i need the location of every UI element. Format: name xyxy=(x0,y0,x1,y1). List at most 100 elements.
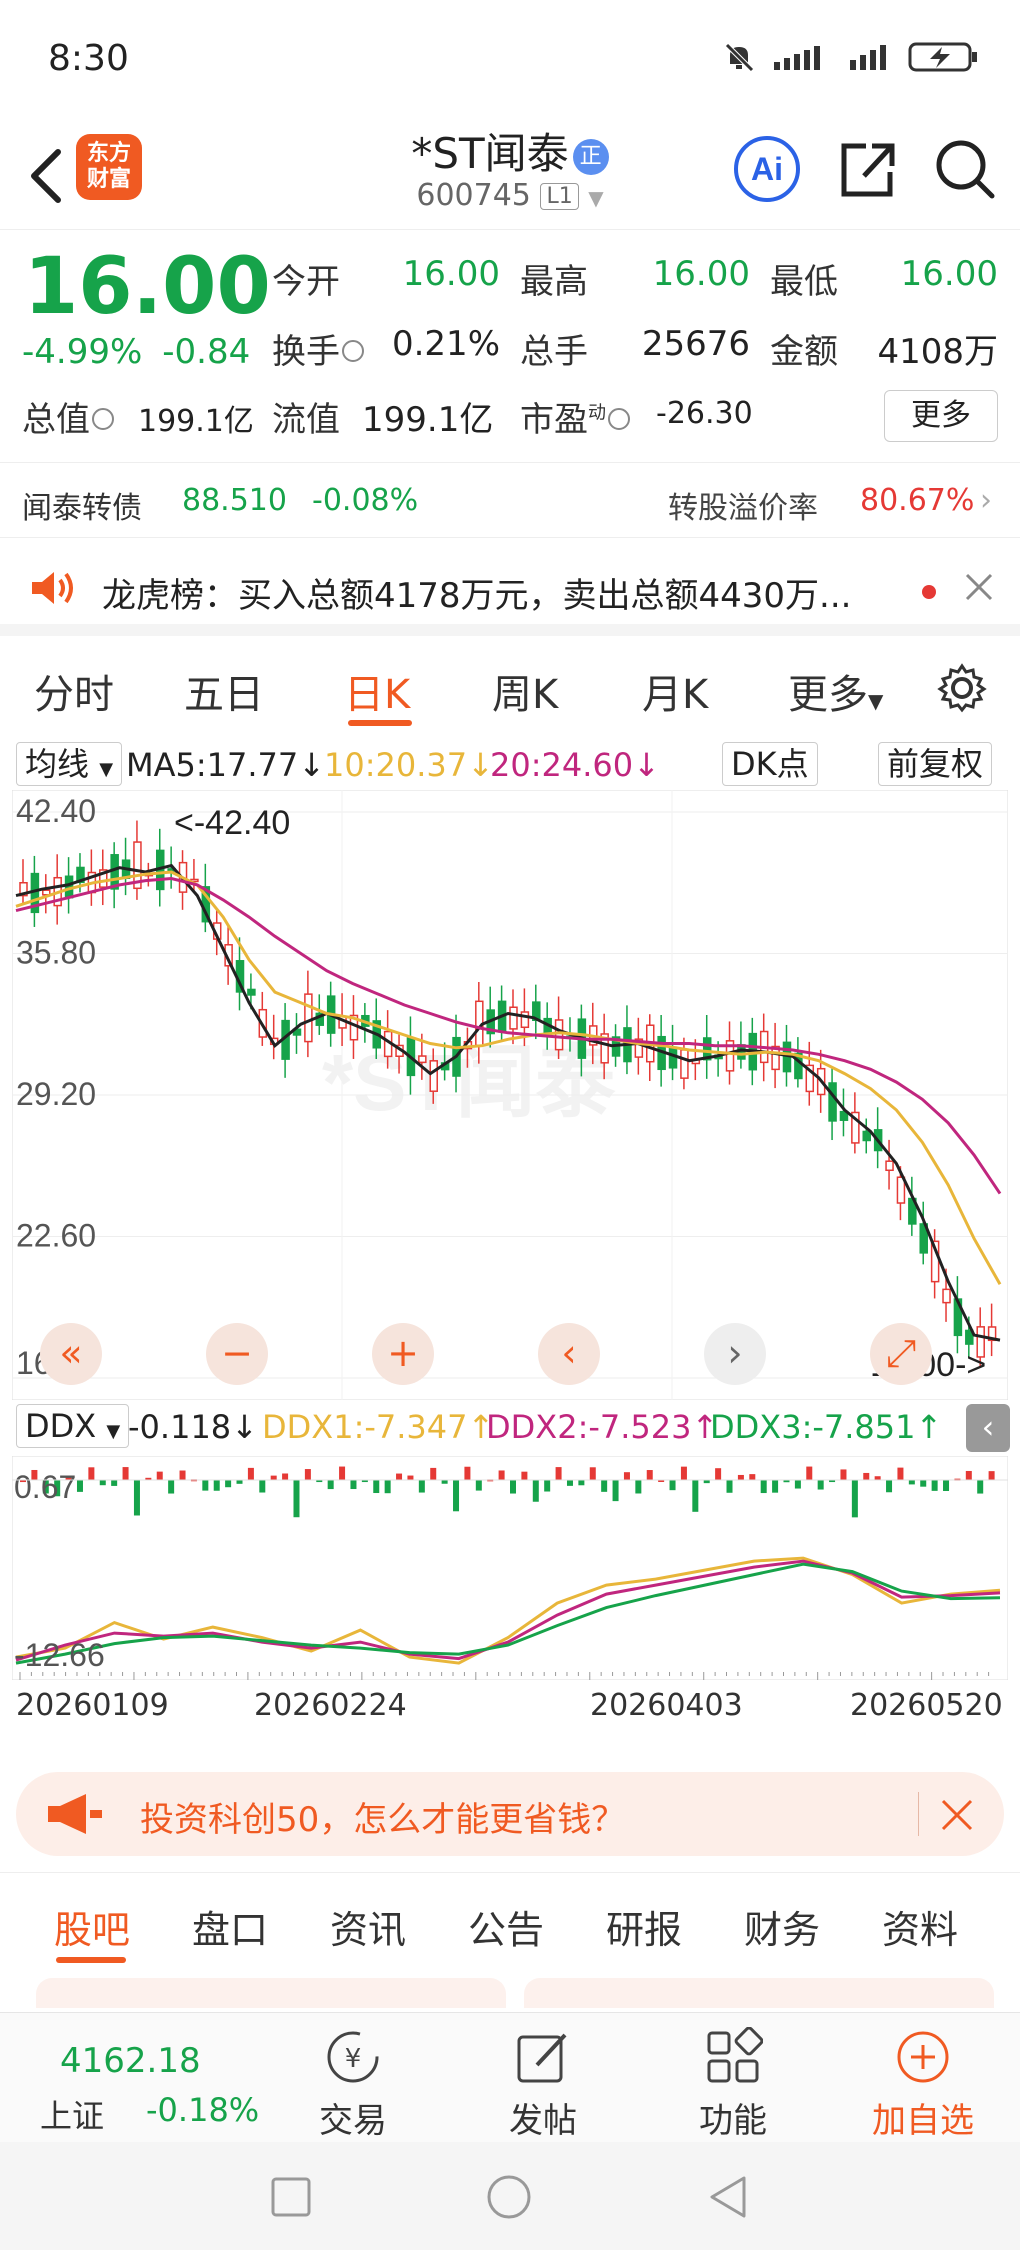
index-change: -0.18% xyxy=(146,2091,260,2129)
ddx-bar xyxy=(680,1466,687,1481)
ddx-bar xyxy=(464,1466,471,1481)
tab-five-day[interactable]: 五日 xyxy=(184,662,264,720)
ddx-bar xyxy=(737,1474,744,1481)
system-nav-bar xyxy=(0,2142,1020,2250)
tab-weekly-k[interactable]: 周K xyxy=(492,662,558,720)
y-tick-label: -12.66 xyxy=(14,1637,105,1673)
collapse-panel-button[interactable]: ‹ xyxy=(966,1404,1010,1452)
scroll-right-button[interactable]: › xyxy=(704,1323,766,1385)
ddx-bar xyxy=(544,1480,551,1492)
promo-text: 投资科创50，怎么才能更省钱？ xyxy=(140,1800,626,1840)
bond-name: 闻泰转债 xyxy=(22,491,142,526)
ddx-bar xyxy=(430,1467,437,1481)
dragon-tiger-notice[interactable]: 龙虎榜：买入总额4178万元，卖出总额4430万... xyxy=(0,540,1020,636)
tab-news[interactable]: 资讯 xyxy=(330,1899,406,1954)
ddx-bar xyxy=(99,1480,106,1486)
scroll-left-fast-button[interactable]: « xyxy=(40,1323,102,1385)
stock-code: 600745 xyxy=(416,178,531,213)
info-icon[interactable] xyxy=(608,407,630,430)
tab-research[interactable]: 研报 xyxy=(606,1899,682,1954)
promo-banner[interactable]: 投资科创50，怎么才能更省钱？ xyxy=(16,1772,1004,1856)
tab-daily-k[interactable]: 日K xyxy=(344,662,410,720)
indicator-selector[interactable]: 均线 ▼ xyxy=(16,742,123,786)
zoom-in-button[interactable]: + xyxy=(372,1323,434,1385)
dk-point-button[interactable]: DK点 xyxy=(722,742,818,786)
date-tick: 20260224 xyxy=(254,1688,407,1723)
add-watchlist-button[interactable]: 加自选 xyxy=(848,2013,998,2143)
svg-text:Ai: Ai xyxy=(751,151,783,187)
ddx-bar xyxy=(601,1480,608,1492)
info-icon[interactable] xyxy=(342,339,364,362)
tab-monthly-k[interactable]: 月K xyxy=(642,662,708,720)
status-time: 8:30 xyxy=(48,38,129,79)
ddx-bar xyxy=(407,1475,414,1481)
tab-guba[interactable]: 股吧 xyxy=(54,1899,130,1954)
bottom-toolbar: 4162.18 上证 -0.18% ¥ 交易 发帖 功能 加自选 xyxy=(0,2012,1020,2142)
function-button[interactable]: 功能 xyxy=(658,2013,808,2143)
fullscreen-button[interactable]: ⤢ xyxy=(870,1323,932,1385)
divider xyxy=(918,1792,919,1836)
ddx-bar xyxy=(111,1480,118,1486)
share-icon[interactable] xyxy=(836,134,898,204)
gear-icon[interactable] xyxy=(936,662,988,714)
tab-profile[interactable]: 资料 xyxy=(882,1899,958,1954)
info-icon[interactable] xyxy=(92,407,114,430)
speaker-icon xyxy=(32,572,73,604)
tab-intraday[interactable]: 分时 xyxy=(34,662,114,720)
ddx-bar xyxy=(669,1480,676,1491)
ddx-bar xyxy=(931,1480,938,1491)
pe-value: -26.30 xyxy=(656,396,753,431)
ddx-bar xyxy=(715,1468,722,1481)
chart-period-tabs: 分时 五日 日K 周K 月K 更多▼ xyxy=(0,648,1020,728)
ddx-bar xyxy=(133,1480,140,1516)
tab-more[interactable]: 更多▼ xyxy=(788,662,883,720)
close-icon[interactable] xyxy=(962,570,996,604)
ddx-bar xyxy=(475,1480,482,1491)
premium-label: 转股溢价率 xyxy=(668,491,818,526)
status-bar: 8:30 xyxy=(0,0,1020,120)
ddx-chart[interactable]: 0.67 -12.66 xyxy=(12,1456,1008,1680)
adjustment-button[interactable]: 前复权 xyxy=(878,742,993,786)
scroll-left-button[interactable]: ‹ xyxy=(538,1323,600,1385)
market-index-widget[interactable]: 4162.18 上证 -0.18% xyxy=(40,2013,270,2143)
candle xyxy=(429,1060,438,1092)
candlestick-chart[interactable]: *ST闻泰 42.4035.8029.2022.6016.00<-42.4016… xyxy=(12,790,1008,1400)
tab-finance[interactable]: 财务 xyxy=(744,1899,820,1954)
ddx1-value: DDX1:-7.347↑ xyxy=(262,1408,495,1446)
close-icon[interactable] xyxy=(938,1796,976,1834)
home-icon[interactable] xyxy=(486,2174,532,2220)
tab-announcement[interactable]: 公告 xyxy=(468,1899,544,1954)
ddx-bar xyxy=(202,1480,209,1491)
search-icon[interactable] xyxy=(930,134,1000,204)
recent-apps-icon[interactable] xyxy=(270,2176,312,2218)
ddx-bar xyxy=(327,1480,334,1490)
ddx-bar xyxy=(225,1480,232,1488)
bond-price: 88.510 xyxy=(182,483,287,518)
ai-assistant-icon[interactable]: Ai xyxy=(732,134,802,204)
post-button[interactable]: 发帖 xyxy=(468,2013,618,2143)
ddx3-value: DDX3:-7.851↑ xyxy=(710,1408,943,1446)
tab-pankou[interactable]: 盘口 xyxy=(192,1899,268,1954)
ddx-bar xyxy=(339,1466,346,1481)
megaphone-icon xyxy=(48,1794,102,1834)
ddx-bar xyxy=(851,1480,858,1518)
header: 东方 财富 *ST闻泰正 600745 L1 ▼ Ai xyxy=(0,120,1020,230)
more-quote-button[interactable]: 更多 xyxy=(884,390,998,442)
candle xyxy=(680,1049,689,1079)
float-cap-value: 199.1亿 xyxy=(362,400,494,440)
candle xyxy=(247,988,256,996)
content-tabs: 股吧 盘口 资讯 公告 研报 财务 资料 xyxy=(0,1872,1020,1968)
low-label: 最低 xyxy=(770,262,838,302)
ddx-bar xyxy=(908,1480,915,1485)
ddx-bar xyxy=(236,1480,243,1484)
convertible-bond-row[interactable]: 闻泰转债 88.510 -0.08% 转股溢价率 80.67% › xyxy=(0,462,1020,538)
trade-button[interactable]: ¥ 交易 xyxy=(278,2013,428,2143)
edit-icon xyxy=(517,2033,567,2083)
active-tab-underline xyxy=(348,720,412,726)
ddx-selector[interactable]: DDX ▼ xyxy=(16,1404,130,1448)
grid-icon xyxy=(707,2027,763,2083)
ddx-bar xyxy=(270,1475,277,1481)
zoom-out-button[interactable]: − xyxy=(206,1323,268,1385)
ddx-bar xyxy=(350,1480,357,1490)
back-icon[interactable] xyxy=(706,2174,748,2220)
